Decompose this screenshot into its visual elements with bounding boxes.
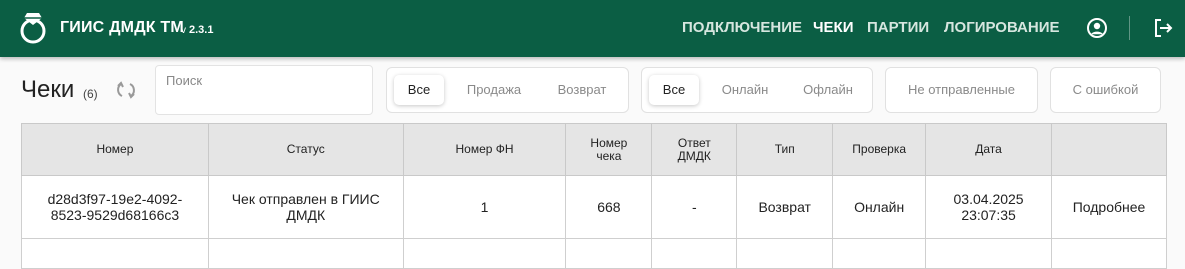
type-filter-group: Все Продажа Возврат [386,67,629,113]
logo-icon [20,13,46,44]
col-header-fn[interactable]: Номер ФН [402,123,567,176]
mode-filter-online[interactable]: Онлайн [711,75,779,105]
top-bar: ГИИС ДМДК ТМ v 2.3.1 ПОДКЛЮЧЕНИЕ ЧЕКИ ПАР… [0,0,1185,57]
type-filter-return[interactable]: Возврат [545,75,619,105]
not-sent-button[interactable]: Не отправленные [885,67,1038,113]
cell-verification: Онлайн [832,175,927,239]
app-title: ГИИС ДМДК ТМ [60,19,184,36]
mode-filter-offline[interactable]: Офлайн [794,75,862,105]
cell-date: 03.04.2025 23:07:35 [925,175,1053,239]
nav-checks[interactable]: ЧЕКИ [813,19,853,36]
checks-table: Номер Статус Номер ФН Номер чека Ответ Д… [21,123,1167,269]
col-header-actions [1051,123,1167,176]
type-filter-all[interactable]: Все [394,75,444,105]
col-header-status[interactable]: Статус [207,123,404,176]
search-box[interactable] [155,65,373,115]
app-version: v 2.3.1 [181,24,214,36]
search-input[interactable] [166,73,356,88]
cell-type[interactable]: Возврат [736,175,834,239]
type-filter-sale[interactable]: Продажа [457,75,531,105]
col-header-check-number[interactable]: Номер чека [565,123,653,176]
cell-dmdk-response: - [651,175,738,239]
mode-filter-all[interactable]: Все [649,75,699,105]
refresh-icon[interactable] [115,79,137,101]
nav-logging[interactable]: ЛОГИРОВАНИЕ [944,19,1060,36]
mode-filter-group: Все Онлайн Офлайн [641,67,873,113]
with-error-button[interactable]: С ошибкой [1050,67,1161,113]
nav-batches[interactable]: ПАРТИИ [867,19,929,36]
header-divider [1129,16,1130,40]
checks-count: (6) [83,87,98,101]
account-icon[interactable] [1085,16,1109,40]
page-title: Чеки [21,76,75,103]
col-header-date[interactable]: Дата [925,123,1053,176]
cell-check-number: 668 [565,175,653,239]
details-link[interactable]: Подробнее [1051,175,1167,239]
col-header-type[interactable]: Тип [736,123,834,176]
nav-connection[interactable]: ПОДКЛЮЧЕНИЕ [682,19,802,36]
cell-status: Чек отправлен в ГИИС ДМДК [207,175,404,239]
table-row[interactable]: d28d3f97-19e2-4092- 8523-9529d68166c3 Че… [21,175,1167,239]
col-header-verification[interactable]: Проверка [832,123,927,176]
cell-fn: 1 [402,175,567,239]
table-header-row: Номер Статус Номер ФН Номер чека Ответ Д… [21,123,1167,176]
cell-number: d28d3f97-19e2-4092- 8523-9529d68166c3 [21,175,209,239]
col-header-dmdk-response[interactable]: Ответ ДМДК [651,123,738,176]
col-header-number[interactable]: Номер [21,123,209,176]
logout-icon[interactable] [1151,16,1175,40]
